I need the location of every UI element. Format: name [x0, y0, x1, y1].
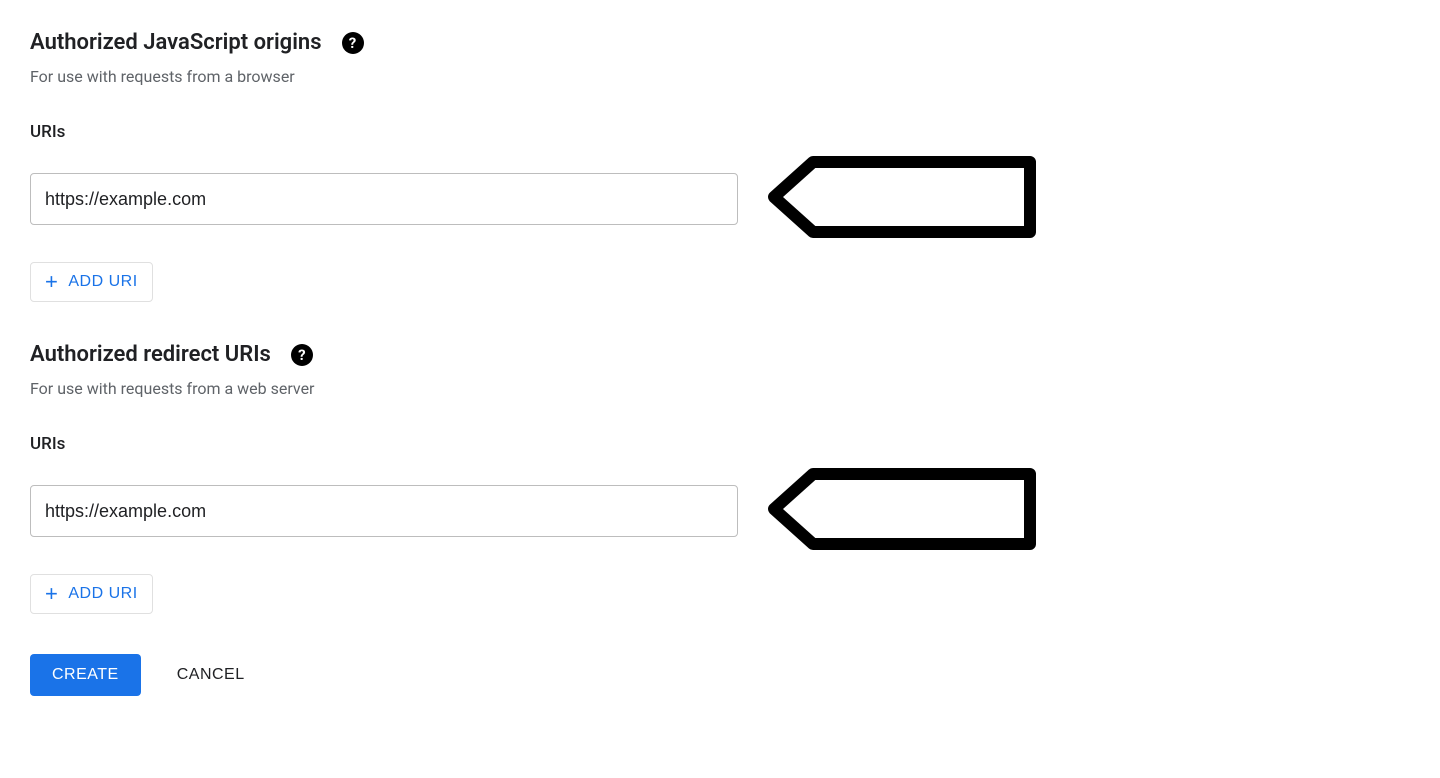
redirect-uris-section: Authorized redirect URIs ? For use with … — [30, 342, 1410, 614]
js-origins-header: Authorized JavaScript origins ? — [30, 30, 1410, 55]
redirect-uris-subtitle: For use with requests from a web server — [30, 379, 1410, 398]
js-origins-subtitle: For use with requests from a browser — [30, 67, 1410, 86]
redirect-uris-header: Authorized redirect URIs ? — [30, 342, 1410, 367]
arrow-left-icon — [768, 156, 1038, 242]
redirect-uris-field-label: URIs — [30, 434, 1410, 454]
js-origins-input-row — [30, 156, 1410, 242]
add-uri-button[interactable]: + ADD URI — [30, 262, 153, 302]
add-uri-label: ADD URI — [68, 273, 137, 291]
create-button[interactable]: CREATE — [30, 654, 141, 696]
add-uri-button[interactable]: + ADD URI — [30, 574, 153, 614]
js-origins-field-label: URIs — [30, 122, 1410, 142]
redirect-uris-title: Authorized redirect URIs — [30, 342, 271, 367]
help-icon[interactable]: ? — [342, 32, 364, 54]
plus-icon: + — [45, 583, 58, 605]
action-button-row: CREATE CANCEL — [30, 654, 1410, 696]
js-origins-section: Authorized JavaScript origins ? For use … — [30, 30, 1410, 302]
redirect-uris-input-row — [30, 468, 1410, 554]
js-origins-uri-input[interactable] — [30, 173, 738, 225]
help-icon[interactable]: ? — [291, 344, 313, 366]
cancel-button[interactable]: CANCEL — [177, 654, 245, 696]
plus-icon: + — [45, 271, 58, 293]
redirect-uris-uri-input[interactable] — [30, 485, 738, 537]
arrow-left-icon — [768, 468, 1038, 554]
add-uri-label: ADD URI — [68, 585, 137, 603]
js-origins-title: Authorized JavaScript origins — [30, 30, 322, 55]
